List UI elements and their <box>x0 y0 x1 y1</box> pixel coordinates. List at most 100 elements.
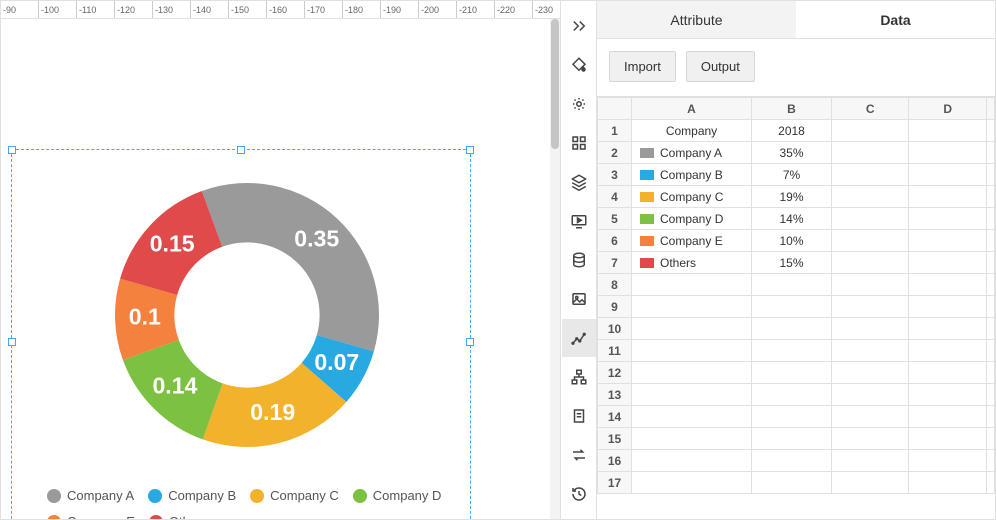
cell[interactable] <box>832 296 909 318</box>
collapse-icon[interactable] <box>562 7 596 45</box>
cell[interactable] <box>986 274 994 296</box>
cell[interactable] <box>986 142 994 164</box>
import-button[interactable]: Import <box>609 51 676 82</box>
cell[interactable] <box>909 230 986 252</box>
cell[interactable] <box>632 406 752 428</box>
cell[interactable] <box>986 472 994 494</box>
cell[interactable] <box>832 472 909 494</box>
fill-icon[interactable] <box>562 46 596 84</box>
cell[interactable]: Company A <box>632 142 752 164</box>
cell[interactable] <box>986 340 994 362</box>
cell[interactable] <box>832 450 909 472</box>
cell[interactable] <box>986 120 994 142</box>
legend-item[interactable]: Company E <box>47 509 135 519</box>
cell[interactable] <box>986 208 994 230</box>
cell[interactable] <box>752 274 832 296</box>
swap-icon[interactable] <box>562 436 596 474</box>
cell[interactable] <box>909 142 986 164</box>
cell[interactable]: 15% <box>752 252 832 274</box>
cell[interactable] <box>909 120 986 142</box>
cell[interactable] <box>909 252 986 274</box>
cell[interactable]: 2018 <box>752 120 832 142</box>
hierarchy-icon[interactable] <box>562 358 596 396</box>
settings-icon[interactable] <box>562 85 596 123</box>
canvas[interactable]: 0.350.070.190.140.10.15 Company ACompany… <box>1 19 550 519</box>
legend-item[interactable]: Company D <box>353 483 442 509</box>
row-header[interactable]: 17 <box>598 472 632 494</box>
cell[interactable] <box>909 428 986 450</box>
cell[interactable] <box>909 384 986 406</box>
cell[interactable] <box>909 340 986 362</box>
row-header[interactable]: 6 <box>598 230 632 252</box>
row-header[interactable]: 15 <box>598 428 632 450</box>
cell[interactable] <box>986 164 994 186</box>
cell[interactable] <box>752 384 832 406</box>
cell[interactable] <box>909 186 986 208</box>
row-header[interactable]: 5 <box>598 208 632 230</box>
cell[interactable] <box>986 406 994 428</box>
col-header[interactable]: B <box>752 98 832 120</box>
cell[interactable] <box>986 362 994 384</box>
cell[interactable] <box>909 318 986 340</box>
cell[interactable] <box>632 428 752 450</box>
cell[interactable] <box>752 362 832 384</box>
resize-handle-tl[interactable] <box>8 146 16 154</box>
row-header[interactable]: 11 <box>598 340 632 362</box>
play-icon[interactable] <box>562 202 596 240</box>
cell[interactable] <box>752 340 832 362</box>
row-header[interactable]: 13 <box>598 384 632 406</box>
col-header[interactable] <box>986 98 994 120</box>
col-header[interactable]: A <box>632 98 752 120</box>
cell[interactable] <box>832 252 909 274</box>
page-icon[interactable] <box>562 397 596 435</box>
cell[interactable]: 7% <box>752 164 832 186</box>
cell[interactable]: Others <box>632 252 752 274</box>
row-header[interactable]: 3 <box>598 164 632 186</box>
cell[interactable] <box>752 406 832 428</box>
history-icon[interactable] <box>562 475 596 513</box>
cell[interactable] <box>832 406 909 428</box>
cell[interactable] <box>832 318 909 340</box>
output-button[interactable]: Output <box>686 51 755 82</box>
resize-handle-tr[interactable] <box>466 146 474 154</box>
cell[interactable] <box>632 450 752 472</box>
row-header[interactable]: 14 <box>598 406 632 428</box>
cell[interactable] <box>752 296 832 318</box>
grid-icon[interactable] <box>562 124 596 162</box>
cell[interactable] <box>986 296 994 318</box>
cell[interactable]: Company B <box>632 164 752 186</box>
cell[interactable] <box>832 274 909 296</box>
cell[interactable] <box>832 230 909 252</box>
cell[interactable] <box>909 450 986 472</box>
cell[interactable] <box>909 164 986 186</box>
cell[interactable] <box>986 384 994 406</box>
layers-icon[interactable] <box>562 163 596 201</box>
row-header[interactable]: 2 <box>598 142 632 164</box>
tab-attribute[interactable]: Attribute <box>597 1 796 38</box>
row-header[interactable]: 1 <box>598 120 632 142</box>
legend-item[interactable]: Others <box>149 509 208 519</box>
cell[interactable] <box>632 296 752 318</box>
row-header[interactable]: 9 <box>598 296 632 318</box>
cell[interactable] <box>752 450 832 472</box>
cell[interactable]: Company E <box>632 230 752 252</box>
cell[interactable] <box>632 472 752 494</box>
legend-item[interactable]: Company C <box>250 483 339 509</box>
cell[interactable] <box>752 428 832 450</box>
cell[interactable] <box>632 340 752 362</box>
resize-handle-ml[interactable] <box>8 338 16 346</box>
row-header[interactable]: 12 <box>598 362 632 384</box>
cell[interactable] <box>832 164 909 186</box>
selection-box[interactable]: 0.350.070.190.140.10.15 Company ACompany… <box>11 149 471 519</box>
cell[interactable] <box>909 406 986 428</box>
cell[interactable] <box>832 362 909 384</box>
cell[interactable] <box>986 252 994 274</box>
legend-item[interactable]: Company B <box>148 483 236 509</box>
row-header[interactable]: 4 <box>598 186 632 208</box>
cell[interactable] <box>632 384 752 406</box>
donut-slice[interactable] <box>202 183 379 351</box>
cell[interactable] <box>752 318 832 340</box>
row-header[interactable]: 8 <box>598 274 632 296</box>
cell[interactable] <box>832 428 909 450</box>
cell[interactable] <box>986 428 994 450</box>
